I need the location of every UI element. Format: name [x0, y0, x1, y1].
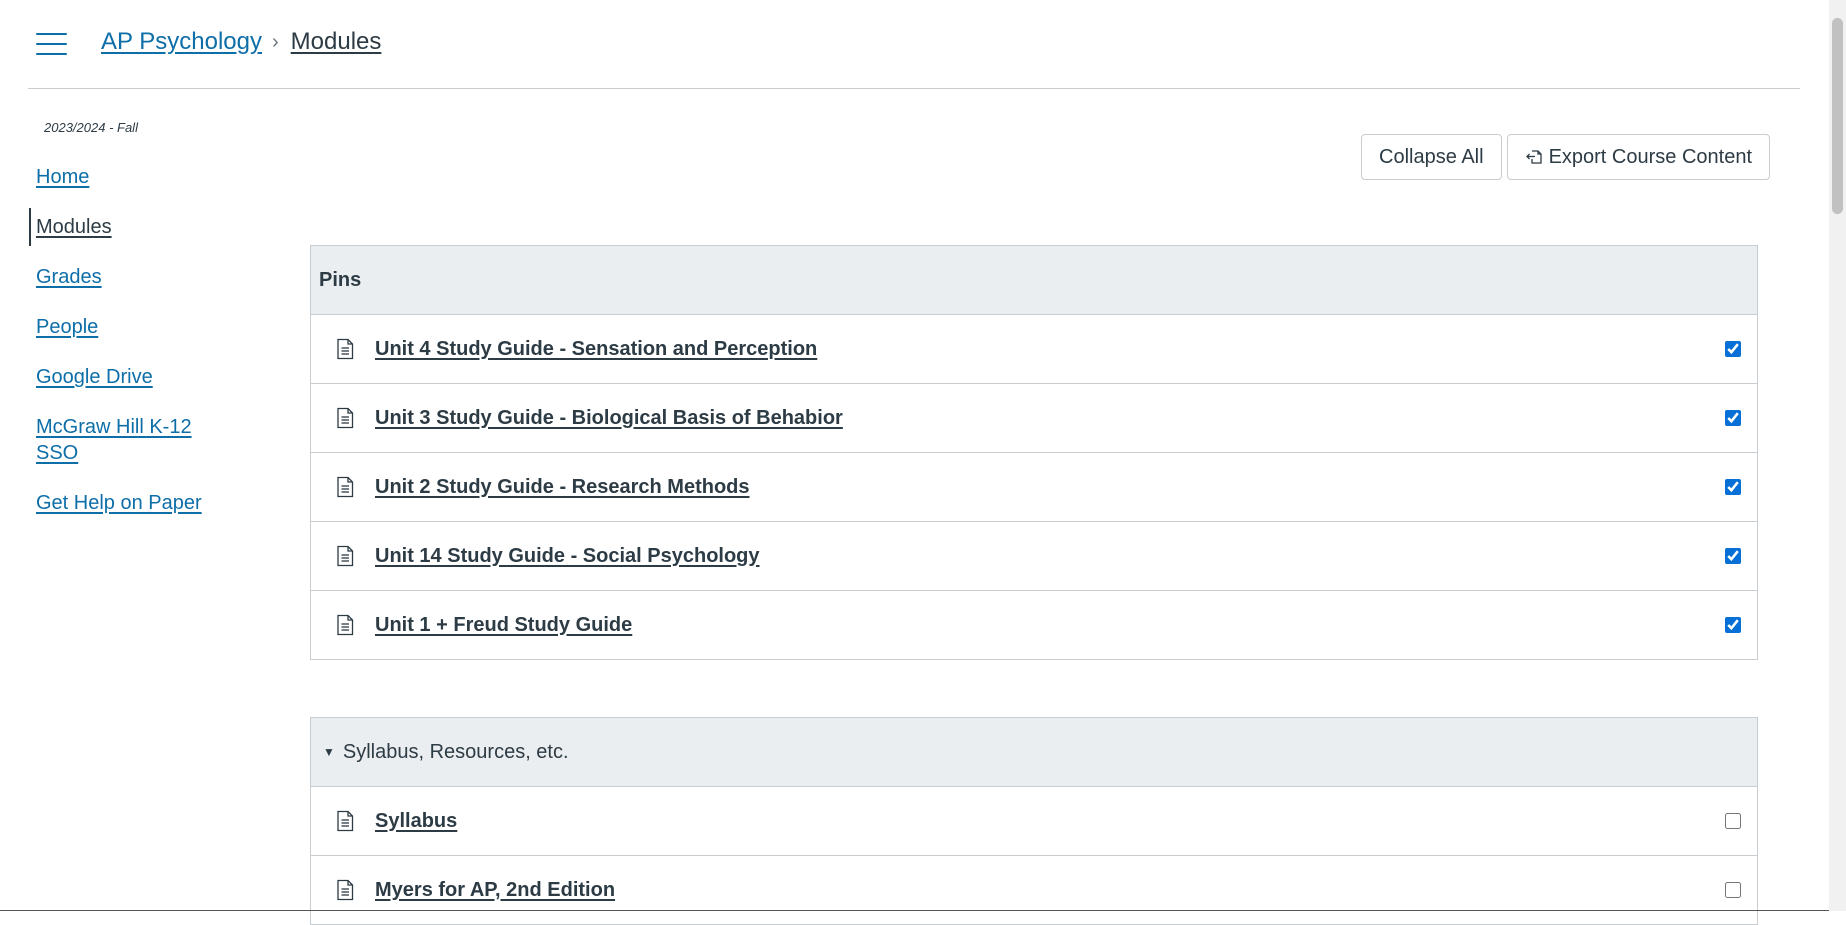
- nav-item-people[interactable]: People: [28, 308, 228, 346]
- module-item: Unit 4 Study Guide - Sensation and Perce…: [311, 315, 1757, 384]
- module-item-link[interactable]: Syllabus: [375, 810, 457, 833]
- hamburger-line: [36, 33, 67, 35]
- item-checkbox[interactable]: [1725, 617, 1741, 633]
- item-checkbox[interactable]: [1725, 410, 1741, 426]
- module-toolbar: Collapse All Export Course Content: [1361, 134, 1770, 180]
- document-icon: [337, 545, 354, 567]
- export-button-label: Export Course Content: [1548, 145, 1752, 168]
- vertical-scrollbar[interactable]: [1829, 0, 1846, 911]
- module-item-link[interactable]: Unit 3 Study Guide - Biological Basis of…: [375, 407, 843, 430]
- module-item: Syllabus: [311, 787, 1757, 856]
- module-header[interactable]: ▼ Syllabus, Resources, etc.: [311, 718, 1757, 787]
- nav-item-modules[interactable]: Modules: [28, 208, 228, 246]
- nav-item-grades[interactable]: Grades: [28, 258, 228, 296]
- module-item: Unit 2 Study Guide - Research Methods: [311, 453, 1757, 522]
- module-item: Unit 3 Study Guide - Biological Basis of…: [311, 384, 1757, 453]
- header-divider: [28, 88, 1800, 89]
- term-label: 2023/2024 - Fall: [44, 120, 138, 135]
- module-title: Syllabus, Resources, etc.: [342, 740, 569, 763]
- module-item-link[interactable]: Unit 4 Study Guide - Sensation and Perce…: [375, 338, 817, 361]
- breadcrumb-separator-icon: ›: [271, 30, 279, 53]
- scrollbar-thumb[interactable]: [1832, 18, 1843, 214]
- document-icon: [337, 476, 354, 498]
- export-icon: [1525, 150, 1542, 164]
- breadcrumb: AP Psychology › Modules: [101, 26, 381, 58]
- hamburger-menu-icon[interactable]: [36, 33, 67, 57]
- module-syllabus-resources: ▼ Syllabus, Resources, etc. Syllabus Mye…: [310, 717, 1758, 925]
- item-checkbox[interactable]: [1725, 341, 1741, 357]
- module-item: Myers for AP, 2nd Edition: [311, 856, 1757, 924]
- nav-item-get-help[interactable]: Get Help on Paper: [28, 484, 228, 522]
- module-title: Pins: [319, 268, 362, 291]
- breadcrumb-current-page[interactable]: Modules: [291, 28, 382, 56]
- module-item-link[interactable]: Unit 2 Study Guide - Research Methods: [375, 476, 750, 499]
- nav-item-google-drive[interactable]: Google Drive: [28, 358, 228, 396]
- course-nav: Home Modules Grades People Google Drive …: [28, 158, 228, 534]
- item-checkbox[interactable]: [1725, 548, 1741, 564]
- document-icon: [337, 614, 354, 636]
- collapse-all-button[interactable]: Collapse All: [1361, 134, 1502, 180]
- breadcrumb-course-link[interactable]: AP Psychology: [101, 28, 262, 56]
- nav-item-home[interactable]: Home: [28, 158, 228, 196]
- hamburger-line: [36, 53, 67, 55]
- document-icon: [337, 879, 354, 901]
- nav-item-mcgraw-hill[interactable]: McGraw Hill K-12 SSO: [28, 408, 206, 472]
- document-icon: [337, 407, 354, 429]
- module-item-link[interactable]: Myers for AP, 2nd Edition: [375, 879, 615, 902]
- module-item-link[interactable]: Unit 1 + Freud Study Guide: [375, 614, 632, 637]
- item-checkbox[interactable]: [1725, 813, 1741, 829]
- item-checkbox[interactable]: [1725, 882, 1741, 898]
- module-pins: Pins Unit 4 Study Guide - Sensation and …: [310, 245, 1758, 660]
- document-icon: [337, 338, 354, 360]
- document-icon: [337, 810, 354, 832]
- module-header[interactable]: Pins: [311, 246, 1757, 315]
- caret-down-icon[interactable]: ▼: [323, 745, 335, 759]
- module-item: Unit 14 Study Guide - Social Psychology: [311, 522, 1757, 591]
- hamburger-line: [36, 43, 67, 45]
- item-checkbox[interactable]: [1725, 479, 1741, 495]
- module-item: Unit 1 + Freud Study Guide: [311, 591, 1757, 659]
- export-course-content-button[interactable]: Export Course Content: [1506, 134, 1770, 180]
- module-item-link[interactable]: Unit 14 Study Guide - Social Psychology: [375, 545, 760, 568]
